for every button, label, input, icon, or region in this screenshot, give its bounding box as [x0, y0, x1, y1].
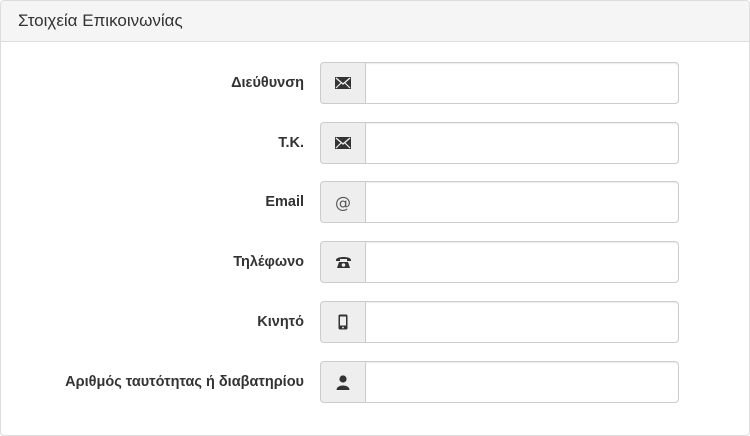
- address-input-group: [320, 62, 679, 104]
- contact-details-panel: Στοιχεία Επικοινωνίας Διεύθυνση Τ.Κ. Ema…: [0, 0, 750, 436]
- phone-input[interactable]: [365, 241, 679, 283]
- address-input[interactable]: [365, 62, 679, 104]
- postal-code-row: Τ.Κ.: [1, 122, 749, 164]
- mobile-input-group: [320, 301, 679, 343]
- at-sign-glyph: @: [335, 192, 351, 212]
- id-number-label: Αριθμός ταυτότητας ή διαβατηρίου: [65, 374, 304, 390]
- postal-code-input-group: [320, 122, 679, 164]
- address-row: Διεύθυνση: [1, 62, 749, 104]
- email-label: Email: [265, 194, 304, 210]
- phone-input-group: [320, 241, 679, 283]
- address-label: Διεύθυνση: [231, 75, 304, 91]
- envelope-icon: [320, 62, 365, 104]
- phone-label: Τηλέφωνο: [233, 254, 304, 270]
- id-number-input[interactable]: [365, 361, 679, 403]
- at-sign-icon: @: [320, 181, 365, 223]
- panel-title: Στοιχεία Επικοινωνίας: [1, 1, 749, 42]
- email-row: Email @: [1, 181, 749, 223]
- mobile-input[interactable]: [365, 301, 679, 343]
- email-input[interactable]: [365, 181, 679, 223]
- postal-code-label: Τ.Κ.: [278, 135, 304, 151]
- mobile-label: Κινητό: [257, 314, 304, 330]
- mobile-phone-icon: [320, 301, 365, 343]
- mobile-row: Κινητό: [1, 301, 749, 343]
- id-number-row: Αριθμός ταυτότητας ή διαβατηρίου: [1, 361, 749, 403]
- user-icon: [320, 361, 365, 403]
- email-input-group: @: [320, 181, 679, 223]
- phone-row: Τηλέφωνο: [1, 241, 749, 283]
- postal-code-input[interactable]: [365, 122, 679, 164]
- envelope-icon: [320, 122, 365, 164]
- phone-icon: [320, 241, 365, 283]
- id-number-input-group: [320, 361, 679, 403]
